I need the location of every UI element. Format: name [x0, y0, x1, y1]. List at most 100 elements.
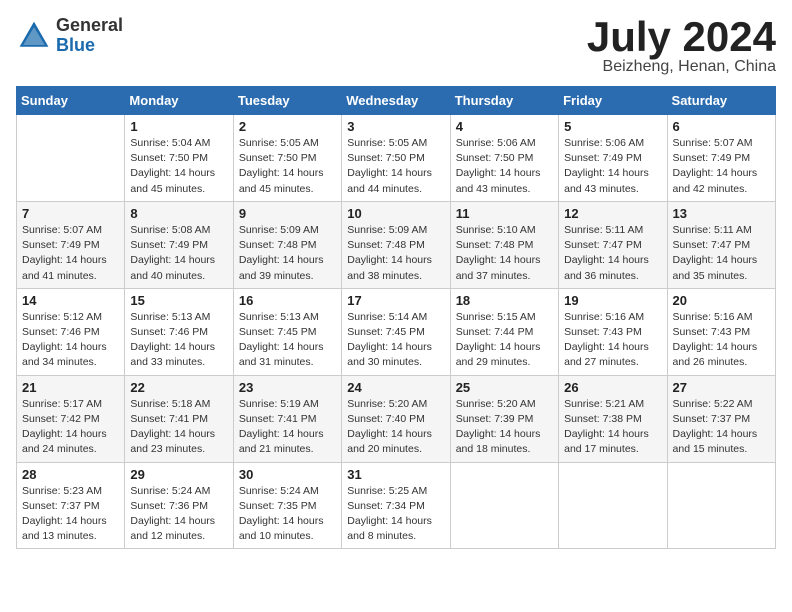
calendar-cell: 16 Sunrise: 5:13 AMSunset: 7:45 PMDayligh… — [233, 288, 341, 375]
logo-icon — [16, 18, 52, 54]
day-info: Sunrise: 5:11 AMSunset: 7:47 PMDaylight:… — [564, 223, 661, 284]
day-info: Sunrise: 5:10 AMSunset: 7:48 PMDaylight:… — [456, 223, 553, 284]
day-number: 15 — [130, 293, 227, 308]
day-info: Sunrise: 5:16 AMSunset: 7:43 PMDaylight:… — [673, 310, 770, 371]
calendar-cell — [559, 462, 667, 549]
calendar-cell: 25 Sunrise: 5:20 AMSunset: 7:39 PMDayligh… — [450, 375, 558, 462]
day-info: Sunrise: 5:09 AMSunset: 7:48 PMDaylight:… — [347, 223, 444, 284]
day-info: Sunrise: 5:07 AMSunset: 7:49 PMDaylight:… — [673, 136, 770, 197]
calendar-week-row: 21 Sunrise: 5:17 AMSunset: 7:42 PMDayligh… — [17, 375, 776, 462]
calendar-week-row: 7Sunrise: 5:07 AMSunset: 7:49 PMDaylight… — [17, 201, 776, 288]
day-number: 1 — [130, 119, 227, 134]
calendar-cell: 7Sunrise: 5:07 AMSunset: 7:49 PMDaylight… — [17, 201, 125, 288]
day-number: 27 — [673, 380, 770, 395]
calendar-week-row: 1 Sunrise: 5:04 AMSunset: 7:50 PMDaylight… — [17, 115, 776, 202]
day-number: 12 — [564, 206, 661, 221]
day-info: Sunrise: 5:08 AMSunset: 7:49 PMDaylight:… — [130, 223, 227, 284]
calendar-cell: 1 Sunrise: 5:04 AMSunset: 7:50 PMDaylight… — [125, 115, 233, 202]
day-info: Sunrise: 5:13 AMSunset: 7:46 PMDaylight:… — [130, 310, 227, 371]
calendar-cell — [450, 462, 558, 549]
day-info: Sunrise: 5:12 AMSunset: 7:46 PMDaylight:… — [22, 310, 119, 371]
logo-blue-text: Blue — [56, 36, 123, 56]
day-info: Sunrise: 5:14 AMSunset: 7:45 PMDaylight:… — [347, 310, 444, 371]
calendar-cell: 17 Sunrise: 5:14 AMSunset: 7:45 PMDayligh… — [342, 288, 450, 375]
calendar-week-row: 28 Sunrise: 5:23 AMSunset: 7:37 PMDayligh… — [17, 462, 776, 549]
day-number: 18 — [456, 293, 553, 308]
day-number: 25 — [456, 380, 553, 395]
title-block: July 2024 Beizheng, Henan, China — [587, 16, 776, 76]
calendar-cell: 13Sunrise: 5:11 AMSunset: 7:47 PMDayligh… — [667, 201, 775, 288]
day-number: 26 — [564, 380, 661, 395]
day-number: 19 — [564, 293, 661, 308]
day-number: 4 — [456, 119, 553, 134]
day-info: Sunrise: 5:04 AMSunset: 7:50 PMDaylight:… — [130, 136, 227, 197]
calendar-cell: 21 Sunrise: 5:17 AMSunset: 7:42 PMDayligh… — [17, 375, 125, 462]
day-number: 16 — [239, 293, 336, 308]
calendar-cell: 26 Sunrise: 5:21 AMSunset: 7:38 PMDayligh… — [559, 375, 667, 462]
weekday-header-sunday: Sunday — [17, 87, 125, 115]
weekday-header-thursday: Thursday — [450, 87, 558, 115]
day-info: Sunrise: 5:17 AMSunset: 7:42 PMDaylight:… — [22, 397, 119, 458]
day-number: 29 — [130, 467, 227, 482]
calendar-cell: 10Sunrise: 5:09 AMSunset: 7:48 PMDayligh… — [342, 201, 450, 288]
calendar-week-row: 14 Sunrise: 5:12 AMSunset: 7:46 PMDayligh… — [17, 288, 776, 375]
day-info: Sunrise: 5:13 AMSunset: 7:45 PMDaylight:… — [239, 310, 336, 371]
day-info: Sunrise: 5:20 AMSunset: 7:39 PMDaylight:… — [456, 397, 553, 458]
day-number: 14 — [22, 293, 119, 308]
calendar-cell: 12 Sunrise: 5:11 AMSunset: 7:47 PMDayligh… — [559, 201, 667, 288]
calendar-cell: 24Sunrise: 5:20 AMSunset: 7:40 PMDayligh… — [342, 375, 450, 462]
day-info: Sunrise: 5:15 AMSunset: 7:44 PMDaylight:… — [456, 310, 553, 371]
day-number: 17 — [347, 293, 444, 308]
calendar-cell: 5Sunrise: 5:06 AMSunset: 7:49 PMDaylight… — [559, 115, 667, 202]
day-number: 31 — [347, 467, 444, 482]
weekday-header-wednesday: Wednesday — [342, 87, 450, 115]
weekday-header-row: SundayMondayTuesdayWednesdayThursdayFrid… — [17, 87, 776, 115]
day-number: 7 — [22, 206, 119, 221]
day-number: 3 — [347, 119, 444, 134]
day-number: 28 — [22, 467, 119, 482]
calendar-cell: 30 Sunrise: 5:24 AMSunset: 7:35 PMDayligh… — [233, 462, 341, 549]
calendar-cell: 3 Sunrise: 5:05 AMSunset: 7:50 PMDaylight… — [342, 115, 450, 202]
calendar-cell: 19 Sunrise: 5:16 AMSunset: 7:43 PMDayligh… — [559, 288, 667, 375]
day-info: Sunrise: 5:25 AMSunset: 7:34 PMDaylight:… — [347, 484, 444, 545]
day-number: 5 — [564, 119, 661, 134]
calendar-cell: 27Sunrise: 5:22 AMSunset: 7:37 PMDayligh… — [667, 375, 775, 462]
weekday-header-tuesday: Tuesday — [233, 87, 341, 115]
day-info: Sunrise: 5:05 AMSunset: 7:50 PMDaylight:… — [239, 136, 336, 197]
page-header: General Blue July 2024 Beizheng, Henan, … — [16, 16, 776, 76]
day-number: 20 — [673, 293, 770, 308]
calendar-cell: 20 Sunrise: 5:16 AMSunset: 7:43 PMDayligh… — [667, 288, 775, 375]
day-info: Sunrise: 5:24 AMSunset: 7:35 PMDaylight:… — [239, 484, 336, 545]
calendar-cell — [667, 462, 775, 549]
day-number: 30 — [239, 467, 336, 482]
location-title: Beizheng, Henan, China — [587, 58, 776, 76]
day-info: Sunrise: 5:05 AMSunset: 7:50 PMDaylight:… — [347, 136, 444, 197]
weekday-header-saturday: Saturday — [667, 87, 775, 115]
day-number: 22 — [130, 380, 227, 395]
day-info: Sunrise: 5:21 AMSunset: 7:38 PMDaylight:… — [564, 397, 661, 458]
logo-text: General Blue — [56, 16, 123, 56]
calendar-cell: 18 Sunrise: 5:15 AMSunset: 7:44 PMDayligh… — [450, 288, 558, 375]
calendar-cell: 22Sunrise: 5:18 AMSunset: 7:41 PMDayligh… — [125, 375, 233, 462]
day-number: 21 — [22, 380, 119, 395]
day-info: Sunrise: 5:06 AMSunset: 7:50 PMDaylight:… — [456, 136, 553, 197]
calendar-cell: 31 Sunrise: 5:25 AMSunset: 7:34 PMDayligh… — [342, 462, 450, 549]
calendar-cell: 14 Sunrise: 5:12 AMSunset: 7:46 PMDayligh… — [17, 288, 125, 375]
day-info: Sunrise: 5:24 AMSunset: 7:36 PMDaylight:… — [130, 484, 227, 545]
calendar-cell: 15 Sunrise: 5:13 AMSunset: 7:46 PMDayligh… — [125, 288, 233, 375]
month-title: July 2024 — [587, 16, 776, 58]
day-number: 23 — [239, 380, 336, 395]
logo-general-text: General — [56, 16, 123, 36]
day-number: 8 — [130, 206, 227, 221]
calendar-cell: 8 Sunrise: 5:08 AMSunset: 7:49 PMDaylight… — [125, 201, 233, 288]
day-number: 13 — [673, 206, 770, 221]
logo: General Blue — [16, 16, 123, 56]
weekday-header-friday: Friday — [559, 87, 667, 115]
calendar-cell: 4 Sunrise: 5:06 AMSunset: 7:50 PMDaylight… — [450, 115, 558, 202]
calendar-cell: 23Sunrise: 5:19 AMSunset: 7:41 PMDayligh… — [233, 375, 341, 462]
calendar-cell: 6Sunrise: 5:07 AMSunset: 7:49 PMDaylight… — [667, 115, 775, 202]
day-number: 2 — [239, 119, 336, 134]
calendar-cell: 2 Sunrise: 5:05 AMSunset: 7:50 PMDaylight… — [233, 115, 341, 202]
day-info: Sunrise: 5:16 AMSunset: 7:43 PMDaylight:… — [564, 310, 661, 371]
day-info: Sunrise: 5:23 AMSunset: 7:37 PMDaylight:… — [22, 484, 119, 545]
